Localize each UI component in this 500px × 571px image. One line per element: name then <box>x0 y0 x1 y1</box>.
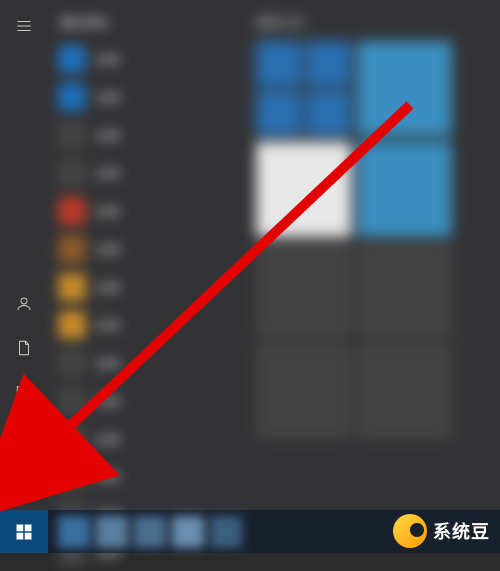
start-button[interactable] <box>0 510 48 553</box>
app-icon <box>58 83 86 111</box>
app-label: 应用 <box>96 355 120 372</box>
tile[interactable] <box>256 344 351 439</box>
app-icon <box>58 311 86 339</box>
app-label: 应用 <box>96 241 120 258</box>
tile[interactable] <box>357 344 452 439</box>
settings-icon[interactable] <box>0 414 48 458</box>
app-icon <box>58 425 86 453</box>
app-label: 应用 <box>96 203 120 220</box>
app-icon <box>58 235 86 263</box>
app-list-item[interactable]: 应用 <box>58 117 244 153</box>
start-sidebar <box>0 0 48 510</box>
app-list-item[interactable]: 应用 <box>58 155 244 191</box>
taskbar-app[interactable] <box>96 516 128 548</box>
app-list-item[interactable]: 应用 <box>58 193 244 229</box>
app-label: 应用 <box>96 89 120 106</box>
app-list-item[interactable]: 应用 <box>58 307 244 343</box>
app-icon <box>58 159 86 187</box>
recent-header: 最近添加 <box>58 14 244 31</box>
app-icon <box>58 387 86 415</box>
app-label: 应用 <box>96 469 120 486</box>
app-list-item[interactable]: 应用 <box>58 345 244 381</box>
taskbar-app[interactable] <box>210 516 242 548</box>
app-label: 应用 <box>96 317 120 334</box>
watermark-logo-icon <box>393 514 427 548</box>
tiles-panel: 高效工作 <box>248 0 500 510</box>
app-icon <box>58 463 86 491</box>
taskbar-app[interactable] <box>58 516 90 548</box>
app-label: 应用 <box>96 393 120 410</box>
app-icon <box>58 273 86 301</box>
taskbar-icons <box>48 516 242 548</box>
app-list-item[interactable]: 应用 <box>58 459 244 495</box>
tile[interactable] <box>256 243 351 338</box>
app-label: 应用 <box>96 279 120 296</box>
app-label: 应用 <box>96 51 120 68</box>
app-label: 应用 <box>96 165 120 182</box>
hamburger-menu-icon[interactable] <box>0 4 48 48</box>
tiles-header: 高效工作 <box>256 14 492 31</box>
taskbar-app[interactable] <box>134 516 166 548</box>
app-list: 最近添加 应用应用应用应用应用应用应用应用应用应用应用应用应用应用 <box>48 0 248 510</box>
app-list-item[interactable]: 应用 <box>58 421 244 457</box>
app-label: 应用 <box>96 431 120 448</box>
app-icon <box>58 121 86 149</box>
tile[interactable] <box>306 91 352 137</box>
app-list-item[interactable]: 应用 <box>58 383 244 419</box>
watermark-text: 系统豆 <box>433 518 490 544</box>
taskbar-app[interactable] <box>172 516 204 548</box>
tile[interactable] <box>357 243 452 338</box>
start-menu: 最近添加 应用应用应用应用应用应用应用应用应用应用应用应用应用应用 高效工作 <box>0 0 500 510</box>
tile[interactable] <box>357 41 452 136</box>
app-icon <box>58 45 86 73</box>
power-icon[interactable] <box>0 458 48 502</box>
app-list-item[interactable]: 应用 <box>58 269 244 305</box>
app-label: 应用 <box>96 127 120 144</box>
tile[interactable] <box>256 91 302 137</box>
user-icon[interactable] <box>0 282 48 326</box>
tile[interactable] <box>256 142 351 237</box>
tile[interactable] <box>256 41 302 87</box>
watermark: 系统豆 <box>393 513 490 549</box>
pictures-icon[interactable] <box>0 370 48 414</box>
documents-icon[interactable] <box>0 326 48 370</box>
tile[interactable] <box>357 142 452 237</box>
app-list-item[interactable]: 应用 <box>58 79 244 115</box>
tile[interactable] <box>306 41 352 87</box>
app-icon <box>58 197 86 225</box>
tile-group <box>256 41 351 136</box>
app-list-item[interactable]: 应用 <box>58 41 244 77</box>
app-list-item[interactable]: 应用 <box>58 231 244 267</box>
app-icon <box>58 349 86 377</box>
